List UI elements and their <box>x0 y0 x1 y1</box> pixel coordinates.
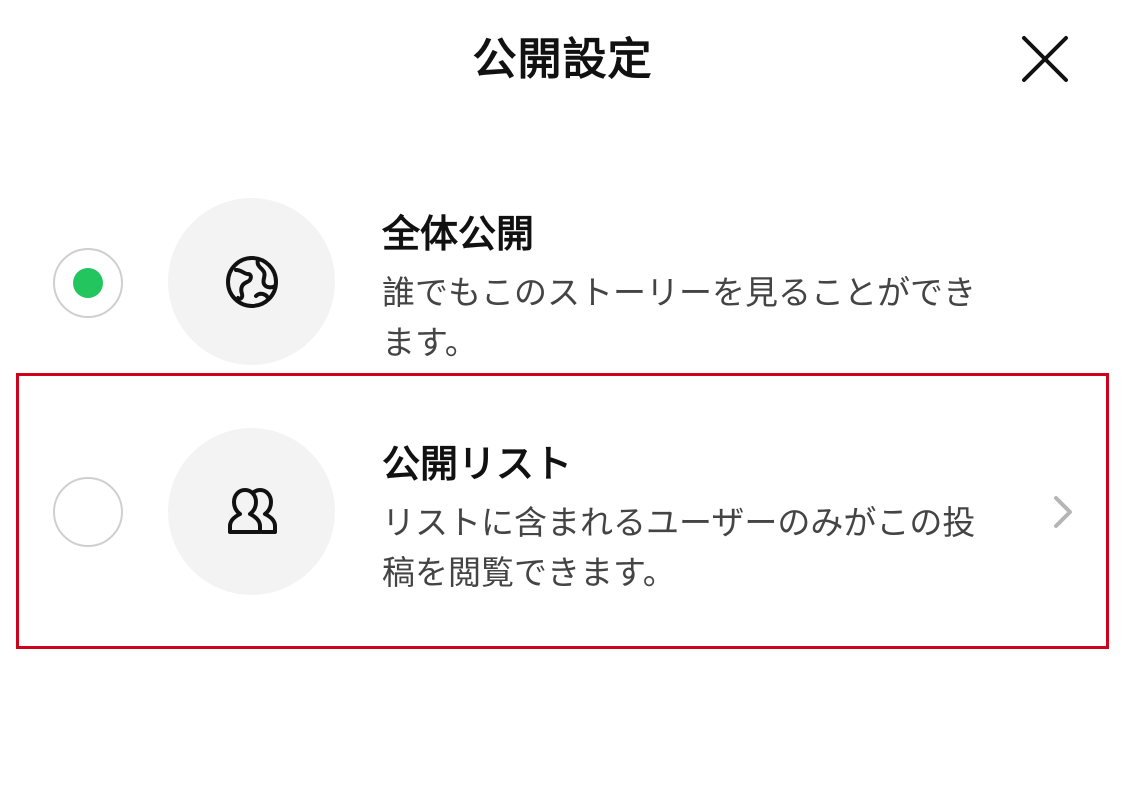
option-description: 誰でもこのストーリーを見ることができます。 <box>382 273 976 362</box>
option-title: 全体公開 <box>382 212 535 256</box>
option-description: リストに含まれるユーザーのみがこの投稿を閲覧できます。 <box>382 503 976 592</box>
globe-icon <box>226 256 278 308</box>
radio-selected-dot <box>73 268 103 298</box>
chevron-right-icon <box>1054 496 1072 528</box>
page-title: 公開設定 <box>472 34 653 85</box>
option-public[interactable]: 全体公開 誰でもこのストーリーを見ることができます。 <box>0 190 1125 390</box>
option-title: 公開リスト <box>382 442 573 486</box>
users-icon <box>228 488 277 534</box>
radio-public-list[interactable] <box>53 477 123 547</box>
close-button[interactable] <box>1012 28 1076 92</box>
visibility-settings-sheet: 公開設定 全体公開 誰でもこのストーリーを見ることができます。 公開リスト リス… <box>0 0 1125 785</box>
radio-public[interactable] <box>53 248 123 318</box>
icon-circle-public-list <box>168 428 335 595</box>
icon-circle-public <box>168 198 335 365</box>
option-public-list[interactable]: 公開リスト リストに含まれるユーザーのみがこの投稿を閲覧できます。 <box>0 420 1125 620</box>
close-icon <box>1022 36 1068 82</box>
chevron-right-button[interactable] <box>1048 490 1078 534</box>
